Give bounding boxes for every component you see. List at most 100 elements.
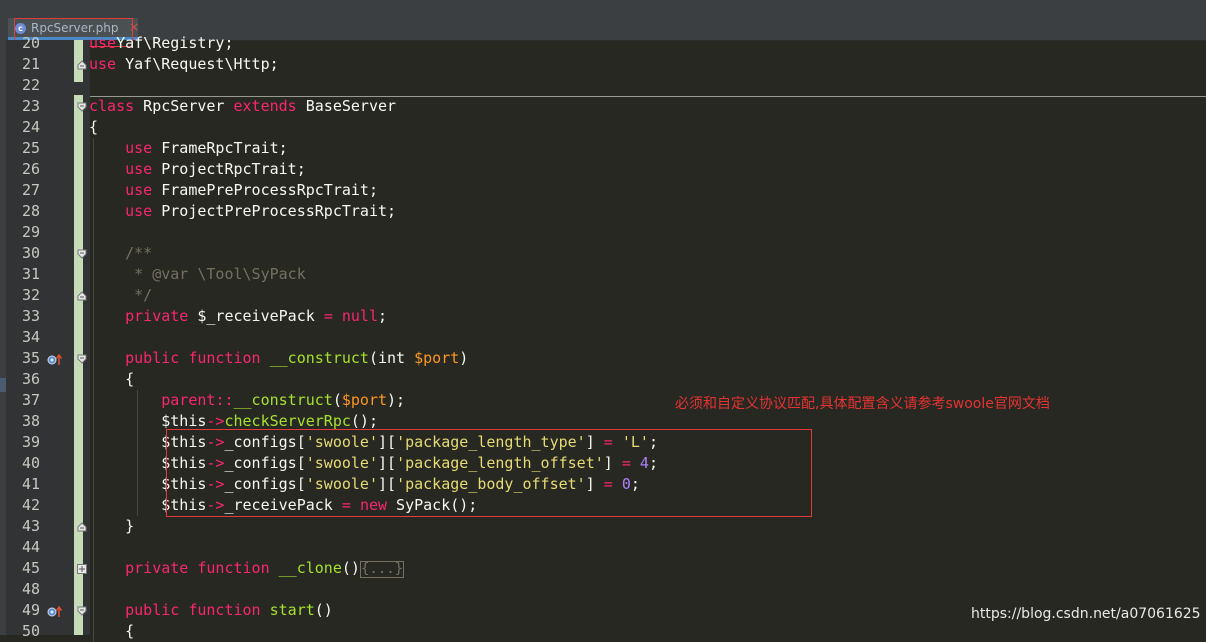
code-token: 'package_length_offset' — [396, 454, 604, 472]
code-line[interactable]: 23 class RpcServer extends BaseServer — [0, 96, 1206, 117]
code-text[interactable]: public function start() — [89, 600, 333, 621]
folded-code-block[interactable]: {...} — [359, 561, 405, 578]
code-line[interactable]: 25 use FrameRpcTrait; — [0, 138, 1206, 159]
code-text[interactable]: private function __clone(){...} — [89, 558, 405, 579]
code-token: $this — [89, 433, 207, 451]
code-line[interactable]: 24 { — [0, 117, 1206, 138]
code-token: { — [89, 118, 99, 136]
line-number: 44 — [21, 538, 40, 556]
code-line[interactable]: 27 use FramePreProcessRpcTrait; — [0, 180, 1206, 201]
code-token: use — [89, 55, 117, 73]
fold-collapse-icon[interactable] — [77, 606, 87, 616]
line-number: 40 — [21, 454, 40, 472]
code-line[interactable]: 34 — [0, 327, 1206, 348]
code-text[interactable]: $this->_configs['swoole']['package_lengt… — [89, 432, 658, 453]
code-line[interactable]: 40 $this->_configs['swoole']['package_le… — [0, 453, 1206, 474]
code-line[interactable]: 44 — [0, 537, 1206, 558]
code-line[interactable]: 29 — [0, 222, 1206, 243]
code-line[interactable]: 39 $this->_configs['swoole']['package_le… — [0, 432, 1206, 453]
code-token: $this — [89, 475, 207, 493]
code-line[interactable]: 50 { — [0, 621, 1206, 642]
fold-expand-icon[interactable] — [77, 564, 87, 574]
line-number: 48 — [21, 580, 40, 598]
code-token: SyPack(); — [387, 496, 478, 514]
code-text[interactable]: */ — [89, 285, 152, 306]
code-token: (); — [350, 412, 378, 430]
fold-collapse-icon[interactable] — [77, 60, 87, 70]
code-text[interactable]: $this->checkServerRpc(); — [89, 411, 378, 432]
code-text[interactable]: { — [89, 369, 134, 390]
code-token: RpcServer — [134, 97, 234, 115]
code-line[interactable]: 26 use ProjectRpcTrait; — [0, 159, 1206, 180]
line-number: 34 — [21, 328, 40, 346]
code-token: new — [359, 496, 388, 514]
fold-collapse-icon[interactable] — [77, 249, 87, 259]
code-text[interactable]: public function __construct(int $port) — [89, 348, 468, 369]
code-token: _configs[ — [224, 433, 306, 451]
code-token: _configs[ — [224, 475, 306, 493]
line-number: 35 — [21, 349, 40, 367]
code-token: public — [125, 601, 180, 619]
code-text[interactable]: * @var \Tool\SyPack — [89, 264, 306, 285]
code-token: $port — [414, 349, 460, 367]
fold-collapse-icon[interactable] — [77, 354, 87, 364]
code-line[interactable]: 45 private function __clone(){...} — [0, 558, 1206, 579]
fold-collapse-icon[interactable] — [77, 102, 87, 112]
code-line[interactable]: 48 — [0, 579, 1206, 600]
code-text[interactable]: { — [89, 621, 134, 642]
code-text[interactable]: useYaf\Registry; — [89, 33, 234, 54]
code-line[interactable]: 38 $this->checkServerRpc(); — [0, 411, 1206, 432]
code-text[interactable]: /** — [89, 243, 152, 264]
code-token: ; — [378, 307, 388, 325]
code-text[interactable]: $this->_receivePack = new SyPack(); — [89, 495, 477, 516]
line-number: 21 — [21, 55, 40, 73]
fold-collapse-icon[interactable] — [77, 291, 87, 301]
fold-collapse-icon[interactable] — [77, 522, 87, 532]
code-line[interactable]: 22 — [0, 75, 1206, 96]
code-line[interactable]: 42 $this->_receivePack = new SyPack(); — [0, 495, 1206, 516]
line-number: 31 — [21, 265, 40, 283]
code-text[interactable]: use Yaf\Request\Http; — [89, 54, 279, 75]
code-line[interactable]: 31 * @var \Tool\SyPack — [0, 264, 1206, 285]
code-text[interactable]: $this->_configs['swoole']['package_body_… — [89, 474, 640, 495]
code-text[interactable]: use ProjectRpcTrait; — [89, 159, 306, 180]
code-line[interactable]: 32 */ — [0, 285, 1206, 306]
code-line[interactable]: 33 private $_receivePack = null; — [0, 306, 1206, 327]
code-line[interactable]: 36 { — [0, 369, 1206, 390]
code-token: use — [89, 34, 117, 52]
code-text[interactable]: class RpcServer extends BaseServer — [89, 96, 396, 117]
indent-guide — [93, 138, 94, 642]
code-line[interactable]: 21 use Yaf\Request\Http; — [0, 54, 1206, 75]
code-text[interactable]: use FramePreProcessRpcTrait; — [89, 180, 378, 201]
code-line[interactable]: 35 public function __construct(int $port… — [0, 348, 1206, 369]
code-text[interactable]: { — [89, 117, 98, 138]
code-line[interactable]: 28 use ProjectPreProcessRpcTrait; — [0, 201, 1206, 222]
code-token: = — [621, 454, 631, 472]
code-token: __clone — [278, 559, 342, 577]
override-method-icon[interactable] — [47, 604, 63, 618]
code-text[interactable]: use FrameRpcTrait; — [89, 138, 288, 159]
code-line[interactable]: 20 useYaf\Registry; — [0, 33, 1206, 54]
code-text[interactable]: private $_receivePack = null; — [89, 306, 387, 327]
code-token: = — [603, 475, 613, 493]
code-line[interactable]: 43 } — [0, 516, 1206, 537]
override-method-icon[interactable] — [47, 352, 63, 366]
line-number: 45 — [21, 559, 40, 577]
code-text[interactable]: use ProjectPreProcessRpcTrait; — [89, 201, 396, 222]
code-text[interactable]: $this->_configs['swoole']['package_lengt… — [89, 453, 658, 474]
code-line[interactable]: 30 /** — [0, 243, 1206, 264]
code-line[interactable]: 41 $this->_configs['swoole']['package_bo… — [0, 474, 1206, 495]
code-token: use — [125, 139, 153, 157]
code-text[interactable]: } — [89, 516, 134, 537]
code-token: public — [125, 349, 180, 367]
tab-close-icon[interactable]: × — [129, 20, 139, 34]
code-token: 0 — [621, 475, 631, 493]
